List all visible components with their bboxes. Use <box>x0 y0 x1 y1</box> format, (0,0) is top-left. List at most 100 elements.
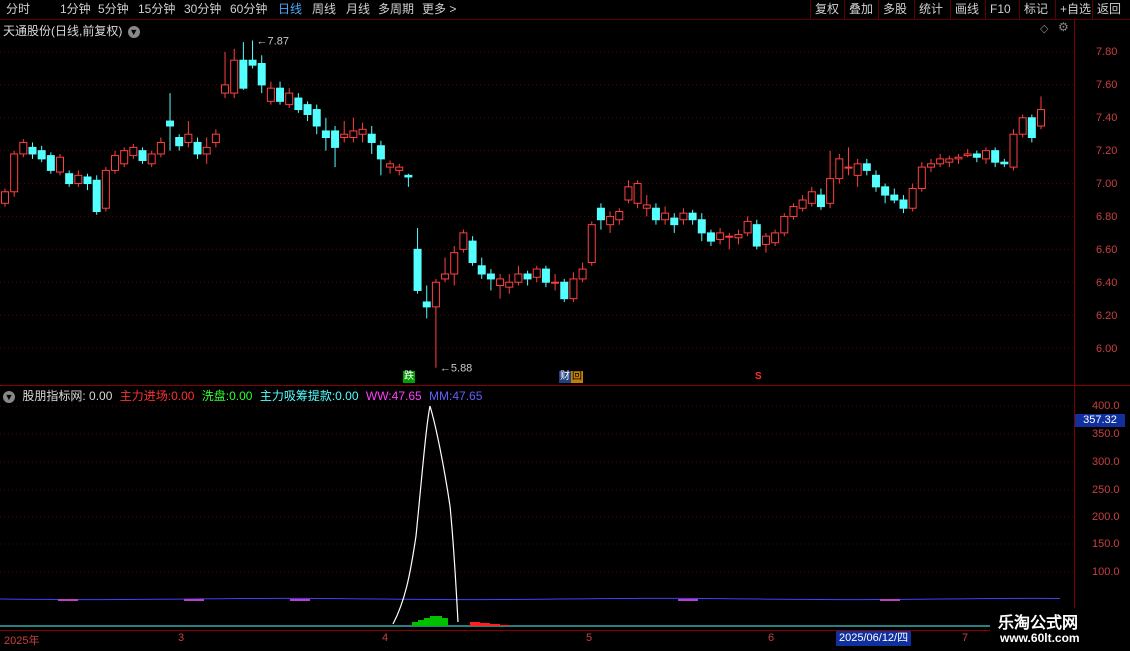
candle[interactable] <box>129 144 138 159</box>
candle[interactable] <box>294 93 303 113</box>
candle[interactable] <box>862 158 871 176</box>
candle[interactable] <box>358 122 367 143</box>
candle[interactable] <box>587 221 596 266</box>
candle[interactable] <box>56 153 65 176</box>
toolbar-button[interactable]: 画线 <box>950 0 983 19</box>
candle[interactable] <box>404 173 413 187</box>
candle[interactable] <box>184 121 193 148</box>
candle[interactable] <box>514 265 523 286</box>
candle[interactable] <box>523 270 532 286</box>
candle[interactable] <box>642 195 651 217</box>
candle[interactable] <box>166 93 175 151</box>
badge-fall[interactable]: 跌 <box>403 371 415 383</box>
candle[interactable] <box>899 195 908 214</box>
period-tab[interactable]: 更多 > <box>422 2 456 17</box>
candle[interactable] <box>771 229 780 247</box>
candle[interactable] <box>734 229 743 245</box>
candlestick-chart[interactable]: ←7.87 ←5.88 <box>0 20 1074 385</box>
candle[interactable] <box>908 183 917 212</box>
candle[interactable] <box>386 160 395 174</box>
period-tab[interactable]: 周线 <box>312 2 336 17</box>
period-tab[interactable]: 多周期 <box>378 2 414 17</box>
candle[interactable] <box>551 274 560 291</box>
toolbar-button[interactable]: +自选 <box>1055 0 1095 19</box>
candle[interactable] <box>156 137 165 158</box>
candle[interactable] <box>331 126 340 168</box>
candle[interactable] <box>422 285 431 319</box>
candle[interactable] <box>312 104 321 135</box>
candle[interactable] <box>276 81 285 105</box>
candle[interactable] <box>871 170 880 192</box>
candle[interactable] <box>936 153 945 168</box>
candle[interactable] <box>193 137 202 159</box>
candle[interactable] <box>991 147 1000 168</box>
candle[interactable] <box>890 188 899 204</box>
candle[interactable] <box>1 188 9 207</box>
candle[interactable] <box>340 121 349 143</box>
candle[interactable] <box>560 278 569 302</box>
candle[interactable] <box>945 155 954 168</box>
period-tab[interactable]: 60分钟 <box>230 2 267 17</box>
toolbar-button[interactable]: 标记 <box>1019 0 1052 19</box>
candle[interactable] <box>651 203 660 225</box>
candle[interactable] <box>679 208 688 225</box>
candle[interactable] <box>147 150 156 168</box>
candle[interactable] <box>10 150 19 197</box>
candle[interactable] <box>477 257 486 279</box>
period-tab[interactable]: 1分钟 <box>60 2 91 17</box>
candle[interactable] <box>743 216 752 237</box>
candle[interactable] <box>633 180 642 209</box>
period-tab[interactable]: 月线 <box>346 2 370 17</box>
toolbar-button[interactable]: 统计 <box>914 0 947 19</box>
candle[interactable] <box>780 213 789 237</box>
candle[interactable] <box>138 147 147 164</box>
badge-finance[interactable]: 财 <box>559 371 571 383</box>
candle[interactable] <box>37 145 46 163</box>
period-tab[interactable]: 15分钟 <box>138 2 175 17</box>
candle[interactable] <box>450 246 459 286</box>
candle[interactable] <box>816 188 825 210</box>
candle[interactable] <box>486 269 495 291</box>
candle[interactable] <box>752 219 761 250</box>
candle[interactable] <box>853 158 862 187</box>
candle[interactable] <box>881 183 890 204</box>
toolbar-button[interactable]: 复权 <box>810 0 843 19</box>
period-tab[interactable]: 30分钟 <box>184 2 221 17</box>
candle[interactable] <box>569 272 578 302</box>
toolbar-button[interactable]: 多股 <box>878 0 911 19</box>
candle[interactable] <box>926 158 935 173</box>
candle[interactable] <box>596 203 605 230</box>
candle[interactable] <box>578 262 587 283</box>
candle[interactable] <box>981 147 990 164</box>
candle[interactable] <box>175 134 184 151</box>
candle[interactable] <box>349 117 358 143</box>
candle[interactable] <box>615 208 624 225</box>
candle[interactable] <box>807 186 816 207</box>
candle[interactable] <box>606 211 615 233</box>
candle[interactable] <box>716 227 725 245</box>
candle[interactable] <box>1037 96 1045 130</box>
candle[interactable] <box>92 175 101 215</box>
candle[interactable] <box>1000 158 1009 168</box>
candle[interactable] <box>505 274 514 294</box>
candle[interactable] <box>844 147 853 176</box>
candle[interactable] <box>211 129 220 148</box>
candle[interactable] <box>706 229 715 247</box>
candle[interactable] <box>826 150 835 209</box>
candle[interactable] <box>413 227 422 294</box>
candle[interactable] <box>963 149 972 158</box>
candle[interactable] <box>1018 114 1027 138</box>
candle[interactable] <box>1009 129 1018 171</box>
candle[interactable] <box>28 142 37 159</box>
candle[interactable] <box>248 40 257 69</box>
toolbar-button[interactable]: 返回 <box>1092 0 1125 19</box>
candle[interactable] <box>541 265 550 288</box>
candle[interactable] <box>441 257 450 283</box>
period-tab[interactable]: 5分钟 <box>98 2 129 17</box>
candle[interactable] <box>624 180 633 204</box>
candle[interactable] <box>120 147 129 168</box>
candle[interactable] <box>395 163 404 176</box>
toolbar-button[interactable]: 叠加 <box>844 0 877 19</box>
candle[interactable] <box>688 209 697 225</box>
candle[interactable] <box>789 203 798 220</box>
